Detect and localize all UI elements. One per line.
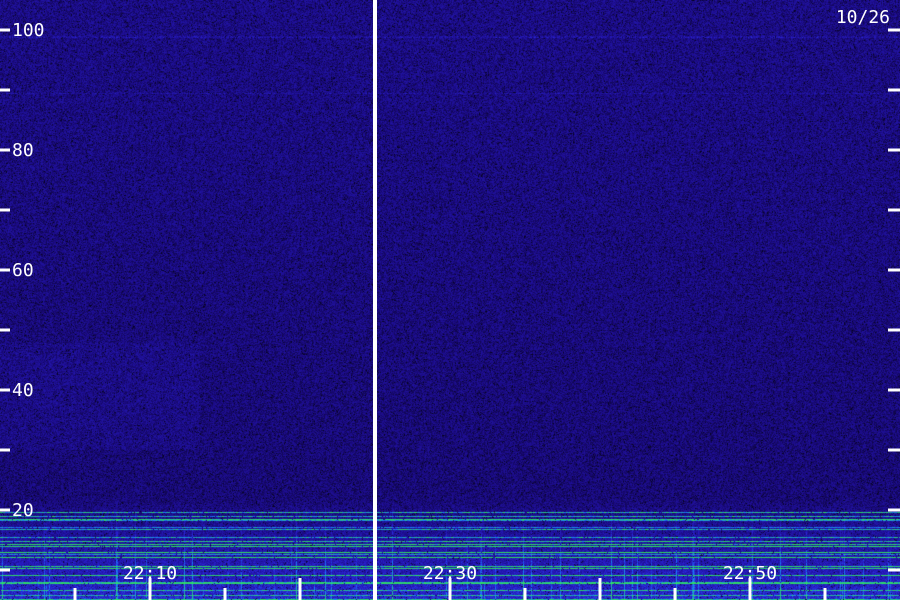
x-tick-label: 22:10 [123, 563, 177, 584]
spectrogram-overlay: 100 80 60 40 20 22:10 22:30 22:50 10/26 [0, 0, 900, 600]
y-tick-label: 60 [12, 260, 34, 281]
y-tick-label: 20 [12, 500, 34, 521]
y-axis-right [888, 28, 900, 572]
y-tick-label: 40 [12, 380, 34, 401]
y-tick-label: 80 [12, 140, 34, 161]
x-tick-label: 22:50 [723, 563, 777, 584]
x-tick-label: 22:30 [423, 563, 477, 584]
y-tick-label: 100 [12, 20, 45, 41]
x-axis: 22:10 22:30 22:50 [73, 563, 827, 600]
date-label: 10/26 [836, 7, 890, 28]
y-axis-left: 100 80 60 40 20 [0, 20, 45, 572]
